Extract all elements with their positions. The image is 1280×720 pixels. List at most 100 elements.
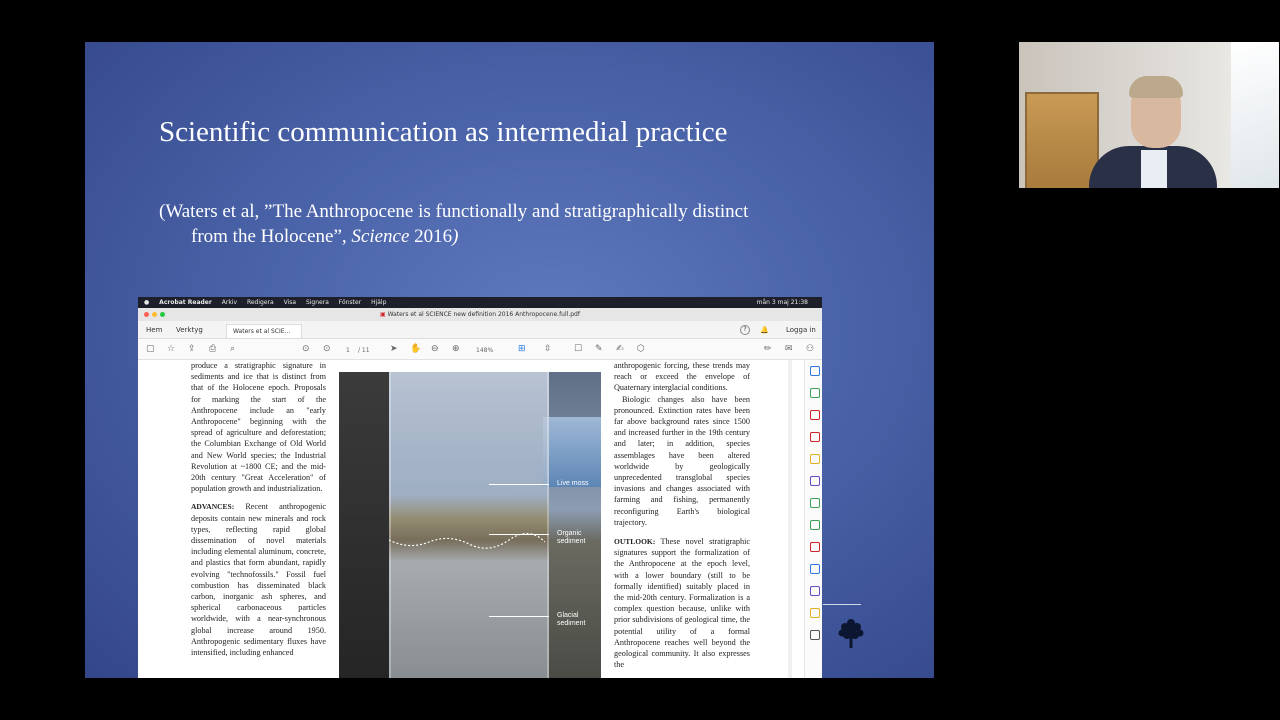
citation-journal: Science xyxy=(351,226,410,247)
comment-icon: ☐ xyxy=(574,344,583,354)
menu-item-visa: Visa xyxy=(283,299,297,306)
tool-panel-icon xyxy=(810,388,820,398)
right-paragraph-1: anthropogenic forcing, these trends may … xyxy=(614,361,750,393)
fit-icon: ⊞ xyxy=(518,344,526,354)
tab-tools: Verktyg xyxy=(176,326,203,334)
core-tube xyxy=(389,372,549,678)
tools-panel xyxy=(804,360,822,678)
zoom-icon: ⌕ xyxy=(230,344,236,354)
citation-line-1: (Waters et al, ”The Anthropocene is func… xyxy=(159,201,749,222)
stamp-icon: ⬡ xyxy=(637,344,645,354)
help-icon: ? xyxy=(740,325,750,335)
tool-panel-icon xyxy=(810,410,820,420)
photo-water xyxy=(543,417,601,487)
zoom-in-icon: ⊕ xyxy=(452,344,460,354)
page-down-icon: ⊙ xyxy=(323,344,331,354)
citation-year: 2016 xyxy=(409,226,453,247)
webcam-feed xyxy=(1019,42,1279,188)
sediment-core-photo: Live moss Organic sediment Glacial sedim… xyxy=(339,372,601,678)
mail-icon: ✉ xyxy=(785,344,793,354)
tool-panel-icon xyxy=(810,564,820,574)
article-column-left: produce a stratigraphic signature in sed… xyxy=(191,360,326,658)
hand-icon: ✋ xyxy=(410,344,422,354)
slide-title: Scientific communication as intermedial … xyxy=(159,116,728,148)
zoom-out-icon: ⊖ xyxy=(431,344,439,354)
upload-icon: ⇪ xyxy=(188,344,196,354)
tool-panel-icon xyxy=(810,454,820,464)
page-up-icon: ⊙ xyxy=(302,344,310,354)
apple-icon: ● xyxy=(144,299,150,306)
window-titlebar: ▣ Waters et al SCIENCE new definition 20… xyxy=(138,308,822,321)
tree-logo xyxy=(838,619,864,648)
presenter-hair xyxy=(1129,76,1183,98)
acrobat-toolbar: ▢ ☆ ⇪ ⎙ ⌕ ⊙ ⊙ 1 / 11 ➤ ✋ ⊖ ⊕ 148% ⊞ ⇳ ☐ … xyxy=(138,339,822,360)
left-paragraph-1: produce a stratigraphic signature in sed… xyxy=(191,361,326,494)
webcam-door xyxy=(1025,92,1099,188)
label-glacial: Glacial sediment xyxy=(557,612,586,627)
webcam-window xyxy=(1231,42,1279,188)
arrow-live-moss xyxy=(489,484,549,485)
label-live-moss: Live moss xyxy=(557,480,589,487)
window-title: Waters et al SCIENCE new definition 2016… xyxy=(387,311,580,318)
advances-text: Recent anthropogenic deposits contain ne… xyxy=(191,502,326,658)
pdf-page: produce a stratigraphic signature in sed… xyxy=(138,360,822,678)
arrow-glacial xyxy=(489,616,549,617)
mac-menubar: ● Acrobat Reader Arkiv Redigera Visa Sig… xyxy=(138,297,822,308)
menu-item-redigera: Redigera xyxy=(246,299,274,306)
menu-item-hjalp: Hjälp xyxy=(371,299,387,306)
tool-panel-icon xyxy=(810,432,820,442)
edit-icon: ✏ xyxy=(764,344,772,354)
close-dot xyxy=(144,312,149,317)
sediment-boundary-line xyxy=(389,532,545,549)
presenter-shirt xyxy=(1141,150,1167,188)
scroll-icon: ⇳ xyxy=(544,344,552,354)
menu-item-fonster: Fönster xyxy=(338,299,362,306)
document-tab-label: Waters et al SCIE... xyxy=(233,328,291,335)
minimize-dot xyxy=(152,312,157,317)
logo-divider xyxy=(823,604,861,605)
document-tab: Waters et al SCIE... × xyxy=(226,324,302,349)
presentation-slide: Scientific communication as intermedial … xyxy=(85,42,934,678)
tool-panel-icon xyxy=(810,498,820,508)
save-icon: ▢ xyxy=(146,344,155,354)
arrow-organic xyxy=(489,534,549,535)
menubar-clock: mån 3 maj 21:38 xyxy=(756,299,808,306)
photo-background-dark xyxy=(339,372,389,678)
tool-panel-icon xyxy=(810,586,820,596)
article-column-right: anthropogenic forcing, these trends may … xyxy=(614,360,750,670)
tool-panel-icon xyxy=(810,520,820,530)
outlook-text: These novel stratigraphic signatures sup… xyxy=(614,537,750,670)
citation-line-2: from the Holocene”, Science 2016) xyxy=(159,224,859,249)
advances-heading: ADVANCES: xyxy=(191,502,235,512)
print-icon: ⎙ xyxy=(209,344,217,354)
citation-close: ) xyxy=(452,226,459,247)
left-paragraph-2: ADVANCES: Recent anthropogenic deposits … xyxy=(191,501,326,658)
pdf-icon: ▣ xyxy=(380,311,388,318)
pdf-scrollbar xyxy=(788,360,792,678)
tool-panel-icon xyxy=(810,542,820,552)
select-icon: ➤ xyxy=(390,344,398,354)
login-link: Logga in xyxy=(786,326,816,334)
zoom-dot xyxy=(160,312,165,317)
right-paragraph-3: OUTLOOK: These novel stratigraphic signa… xyxy=(614,536,750,670)
acrobat-screenshot: ● Acrobat Reader Arkiv Redigera Visa Sig… xyxy=(138,297,822,678)
menu-item-signera: Signera xyxy=(305,299,329,306)
page-current: 1 xyxy=(346,347,350,354)
tool-panel-icon xyxy=(810,630,820,640)
sign-icon: ✍ xyxy=(616,344,624,354)
label-organic: Organic sediment xyxy=(557,530,586,545)
tool-panel-icon xyxy=(810,476,820,486)
zoom-level: 148% xyxy=(476,347,494,354)
outlook-heading: OUTLOOK: xyxy=(614,537,656,547)
menu-item-arkiv: Arkiv xyxy=(221,299,238,306)
share-icon: ⚇ xyxy=(806,344,815,354)
citation-text: from the Holocene”, xyxy=(191,226,352,247)
bell-icon: 🔔 xyxy=(760,326,769,334)
acrobat-tabbar: Hem Verktyg Waters et al SCIE... × ? 🔔 L… xyxy=(138,321,822,349)
page-total: / 11 xyxy=(358,347,370,354)
tool-panel-icon xyxy=(810,608,820,618)
star-icon: ☆ xyxy=(167,344,176,354)
tool-panel-icon xyxy=(810,366,820,376)
tab-home: Hem xyxy=(146,326,163,334)
pen-icon: ✎ xyxy=(595,344,603,354)
